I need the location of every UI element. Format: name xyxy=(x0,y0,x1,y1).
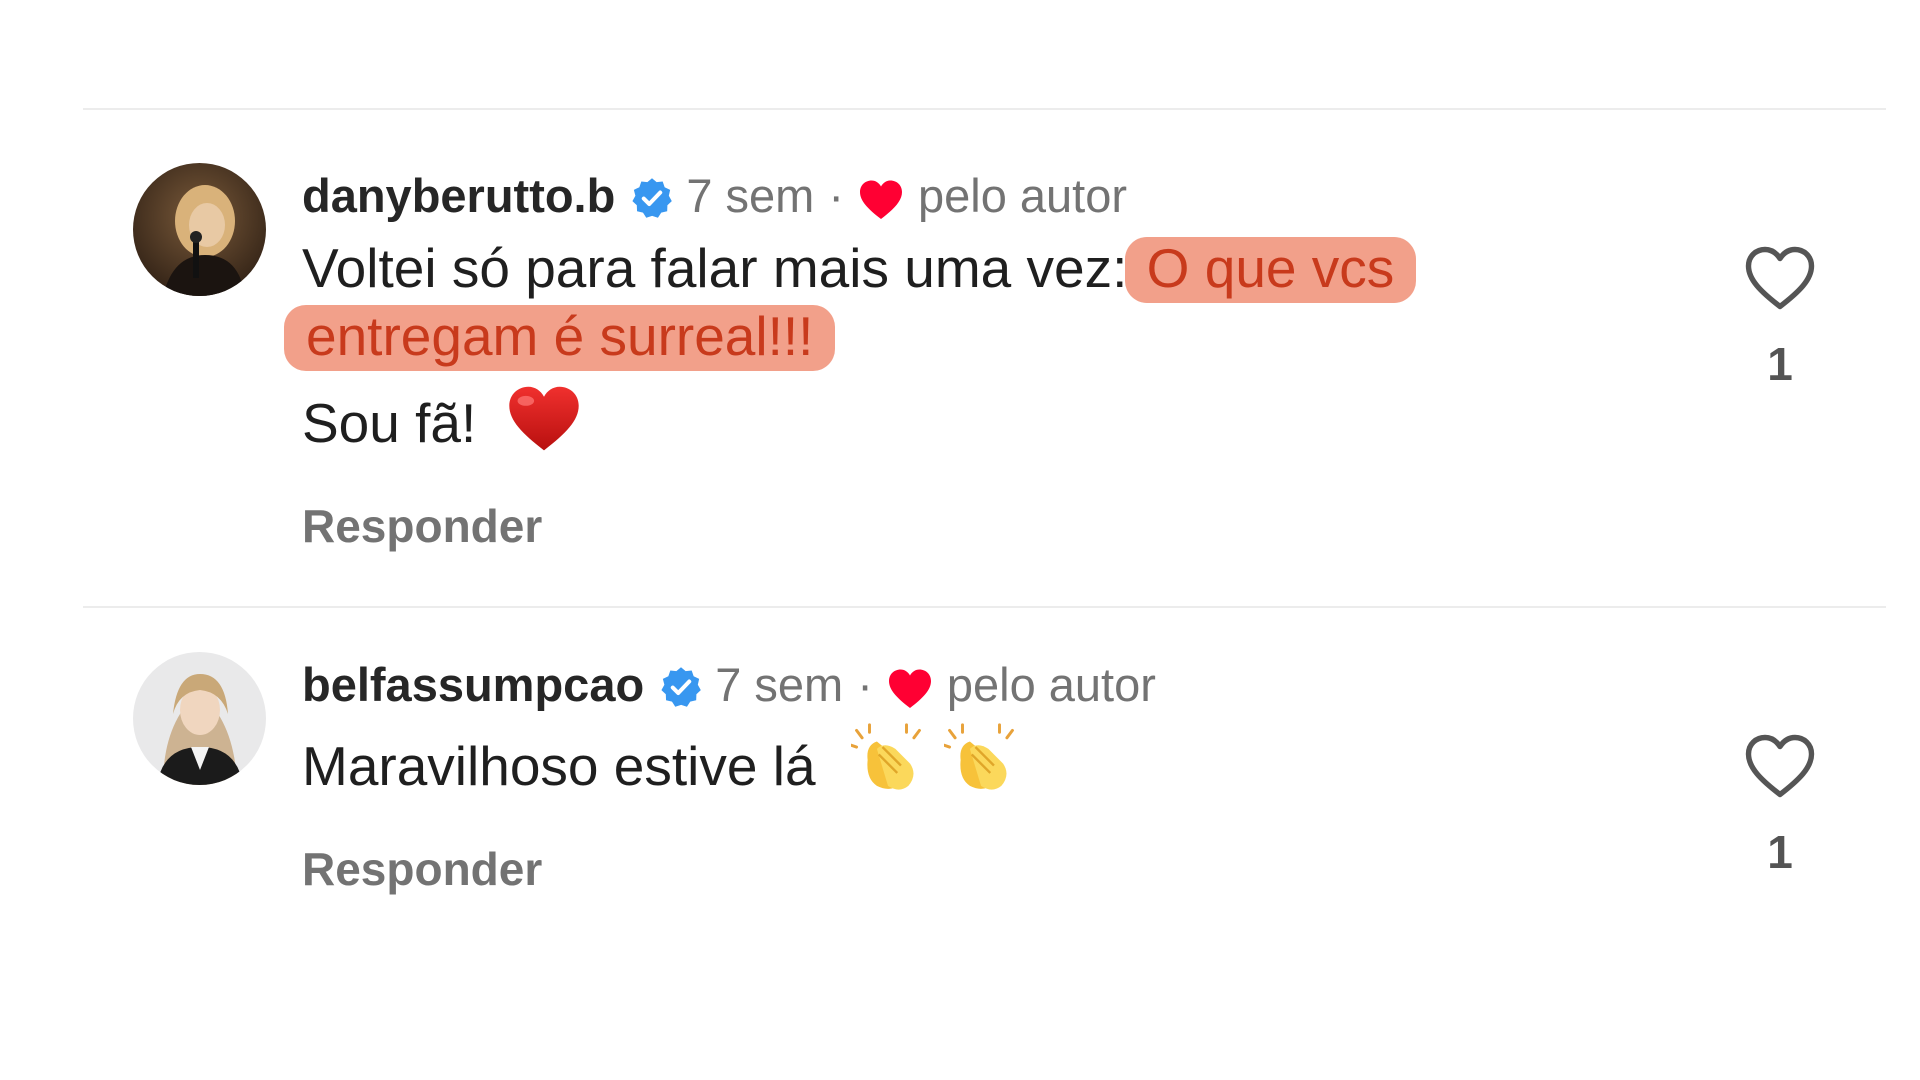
like-count: 1 xyxy=(1767,338,1793,390)
clapping-hands-emoji xyxy=(942,723,1018,812)
comment-text-second: Sou fã! xyxy=(302,392,477,454)
username[interactable]: danyberutto.b xyxy=(302,166,615,226)
red-heart-emoji xyxy=(506,384,582,469)
top-divider xyxy=(83,108,1886,110)
clapping-hands-emoji xyxy=(849,723,925,812)
comment-time: 7 sem xyxy=(686,169,815,222)
heart-outline-icon[interactable] xyxy=(1744,245,1816,311)
comment-text: Maravilhoso estive lá xyxy=(302,723,1682,812)
comment-divider xyxy=(83,606,1886,608)
comment-meta: belfassumpcao 7 sem · pelo autor xyxy=(302,655,1682,715)
avatar[interactable] xyxy=(133,652,266,785)
comment-meta: danyberutto.b 7 sem · pelo autor xyxy=(302,166,1682,226)
comment-text-plain: Voltei só para falar mais uma vez: xyxy=(302,237,1143,299)
separator-dot: · xyxy=(857,658,873,711)
red-heart-icon xyxy=(887,664,933,708)
comment-text: Voltei só para falar mais uma vez: O que… xyxy=(284,234,1542,371)
verified-badge-icon xyxy=(630,174,674,218)
red-heart-icon xyxy=(858,175,904,219)
liked-by-author-label: pelo autor xyxy=(917,169,1128,222)
username[interactable]: belfassumpcao xyxy=(302,655,644,715)
separator-dot: · xyxy=(828,169,844,222)
comment-text-plain: Maravilhoso estive lá xyxy=(302,735,816,797)
heart-outline-icon[interactable] xyxy=(1744,733,1816,799)
reply-button[interactable]: Responder xyxy=(302,499,542,553)
avatar-image xyxy=(133,163,266,296)
liked-by-author-label: pelo autor xyxy=(946,658,1156,711)
reply-button[interactable]: Responder xyxy=(302,842,542,896)
avatar[interactable] xyxy=(133,163,266,296)
comment-time: 7 sem xyxy=(715,658,844,711)
comment-text-line2: Sou fã! xyxy=(302,384,1682,469)
avatar-image xyxy=(133,652,266,785)
like-count: 1 xyxy=(1767,826,1793,878)
verified-badge-icon xyxy=(659,663,703,707)
